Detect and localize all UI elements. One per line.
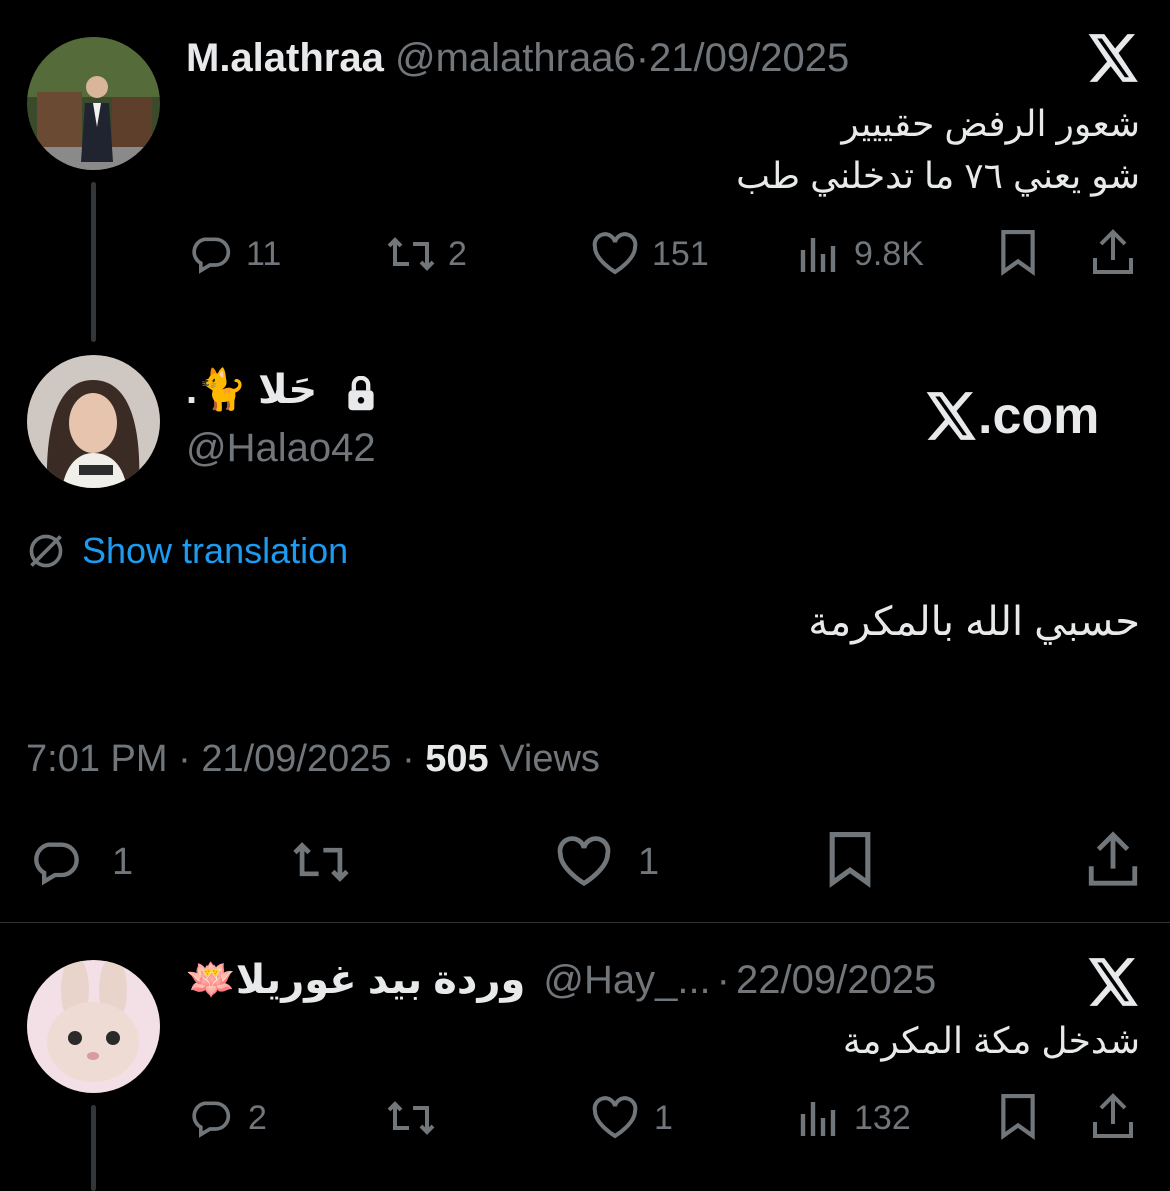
repost-count: 2 — [448, 234, 467, 273]
bookmark-button[interactable] — [998, 1094, 1038, 1140]
thread-connector-line — [91, 1105, 96, 1191]
avatar[interactable] — [27, 960, 160, 1093]
avatar[interactable] — [27, 37, 160, 170]
repost-icon — [387, 1101, 435, 1135]
x-com-brand: .com — [926, 386, 1099, 446]
reply-button[interactable]: 11 — [186, 232, 281, 276]
share-button[interactable] — [1090, 228, 1136, 276]
separator-dot: · — [635, 36, 650, 80]
author-name[interactable]: M.alathraa — [186, 36, 384, 80]
views-count: 132 — [854, 1098, 911, 1137]
like-button[interactable]: 151 — [590, 232, 709, 276]
tweet-time[interactable]: 7:01 PM — [26, 738, 168, 780]
repost-button[interactable] — [384, 1096, 438, 1140]
show-translation-text[interactable]: Show translation — [82, 530, 348, 572]
heart-icon — [592, 232, 638, 275]
reply-count: 1 — [112, 840, 134, 883]
heart-icon — [592, 1096, 638, 1139]
reply-button[interactable]: 1 — [26, 836, 133, 888]
like-button[interactable]: 1 — [590, 1096, 673, 1140]
share-button[interactable] — [1086, 830, 1140, 888]
x-com-text: .com — [978, 387, 1100, 445]
bookmark-button[interactable] — [998, 230, 1038, 276]
bookmark-button[interactable] — [826, 832, 874, 888]
bookmark-icon — [1001, 230, 1035, 276]
separator-dot: · — [716, 958, 730, 1002]
like-count: 151 — [652, 234, 709, 273]
tweet-meta: 7:01 PM · 21/09/2025 · 505 Views — [26, 736, 600, 782]
divider — [0, 922, 1170, 923]
repost-button[interactable] — [288, 836, 354, 888]
reply-count: 11 — [246, 234, 282, 273]
author-name[interactable]: وردة بيد غوريلا🪷 — [186, 956, 525, 1004]
tweet-date[interactable]: 21/09/2025 — [201, 738, 391, 780]
author-handle[interactable]: @Hay_... — [543, 956, 710, 1004]
bookmark-icon — [1001, 1094, 1035, 1140]
separator-dot: · — [178, 738, 191, 780]
translate-globe-icon — [29, 534, 63, 568]
share-button[interactable] — [1090, 1092, 1136, 1140]
reply-count: 2 — [248, 1098, 267, 1137]
repost-icon — [293, 842, 349, 882]
views-count: 9.8K — [854, 234, 924, 273]
repost-button[interactable]: 2 — [384, 232, 467, 276]
lock-icon — [344, 375, 378, 417]
views-label: Views — [499, 738, 600, 780]
separator-dot: · — [402, 738, 415, 780]
views-button[interactable]: 132 — [796, 1096, 911, 1140]
tweet-text: شدخل مكة المكرمة — [842, 1020, 1140, 1061]
like-button[interactable]: 1 — [554, 836, 659, 888]
tweet-text-line-1: شعور الرفض حقييير — [841, 103, 1140, 144]
tweet-date[interactable]: 21/09/2025 — [649, 36, 849, 80]
views-button[interactable]: 9.8K — [796, 232, 924, 276]
repost-icon — [387, 237, 435, 271]
share-icon — [1093, 1093, 1133, 1138]
views-chart-icon — [800, 238, 836, 272]
reply-icon — [34, 842, 79, 886]
thread-connector-line — [91, 182, 96, 342]
heart-icon — [557, 836, 611, 887]
show-translation-link[interactable]: Show translation — [26, 530, 348, 572]
tweet-text: حسبي الله بالمكرمة — [808, 600, 1140, 644]
tweet-text-line-2: شو يعني ٧٦ ما تدخلني طب — [736, 155, 1140, 196]
views-chart-icon — [800, 1102, 836, 1136]
x-logo-icon — [1088, 958, 1140, 1011]
x-logo-icon — [1088, 34, 1140, 87]
like-count: 1 — [638, 840, 660, 883]
share-icon — [1088, 831, 1138, 886]
tweet-header: وردة بيد غوريلا🪷 @Hay_... · 22/09/2025 — [186, 956, 986, 1004]
tweet-header: M.alathraa @malathraa6·21/09/2025 — [186, 34, 849, 82]
author-handle[interactable]: @malathraa6 — [395, 36, 636, 80]
author-handle[interactable]: @Halao42 — [186, 424, 376, 472]
reply-icon — [192, 237, 231, 274]
x-logo-icon — [926, 392, 976, 440]
tweet-text: شعور الرفض حقييير شو يعني ٧٦ ما تدخلني ط… — [340, 98, 1140, 202]
views-count[interactable]: 505 — [425, 738, 488, 780]
share-icon — [1093, 229, 1133, 274]
tweet-date[interactable]: 22/09/2025 — [736, 956, 936, 1004]
bookmark-icon — [829, 832, 871, 888]
avatar[interactable] — [27, 355, 160, 488]
reply-icon — [192, 1101, 231, 1138]
like-count: 1 — [654, 1098, 673, 1137]
reply-button[interactable]: 2 — [186, 1096, 267, 1140]
